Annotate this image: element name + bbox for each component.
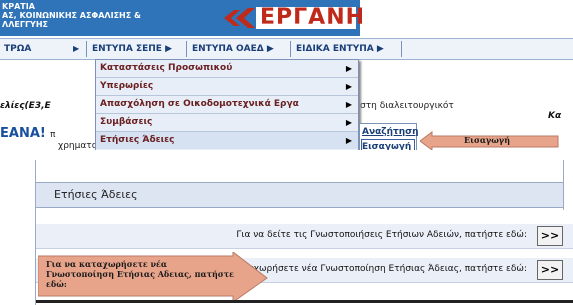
panel-title: Ετήσιες Άδειες [54,188,138,201]
new-notice-button[interactable]: >> [537,260,563,280]
submenu-arrow-icon: ▶ [345,82,352,91]
submenu-item-insert[interactable]: Εισαγωγή [361,139,415,150]
dropdown-item-etisies-adeies[interactable]: Ετήσιες Άδειες ▶ [96,132,358,149]
menu-arrow-icon: ▶ [73,44,80,53]
main-menubar: ΤΡΩΑ ▶ ΕΝΤΥΠΑ ΣΕΠΕ ▶ ΕΝΤΥΠΑ ΟΑΕΔ ▶ ΕΙΔΙΚ… [0,38,573,60]
dropdown-item-label: Απασχόληση σε Οικοδομοτεχνικά Εργα [100,99,299,109]
view-notices-row: Για να δείτε τις Γνωστοποιήσεις Ετήσιων … [36,224,573,249]
dropdown-item-label: Καταστάσεις Προσωπικού [100,63,233,73]
background-text-1: ελίες(Ε3,Ε [0,101,51,111]
etisies-adeies-submenu: Αναζήτηση Εισαγωγή [359,123,419,150]
menu-item-erga[interactable]: ΤΡΩΑ [4,41,31,57]
submenu-arrow-icon: ▶ [345,118,352,127]
panel-title-bar: Ετήσιες Άδειες [36,182,563,208]
menu-item-entypa-oaed[interactable]: ΕΝΤΥΠΑ ΟΑΕΔ ▶ [192,41,274,57]
submenu-item-search[interactable]: Αναζήτηση [362,125,419,139]
entypa-sepe-dropdown: Καταστάσεις Προσωπικού ▶ Υπερωρίες ▶ Απασχ… [95,59,359,150]
logo-text: ΕΡΓΑΝΗ [260,5,366,30]
dropdown-item-label: Ετήσιες Άδειες [100,135,175,145]
logo-mark-icon [224,8,255,28]
dropdown-item-oikodomotexnika[interactable]: Απασχόληση σε Οικοδομοτεχνικά Εργα ▶ [96,96,358,113]
background-text-3: Κα [548,111,562,121]
submenu-arrow-icon: ▶ [345,100,352,109]
menu-item-eidika-entypa[interactable]: ΕΙΔΙΚΑ ΕΝΤΥΠΑ ▶ [296,41,384,57]
dropdown-item-symvaseis[interactable]: Συμβάσεις ▶ [96,114,358,131]
view-notices-text: Για να δείτε τις Γνωστοποιήσεις Ετήσιων … [236,230,527,240]
view-notices-button[interactable]: >> [537,226,563,246]
submenu-arrow-icon: ▶ [345,64,352,73]
dropdown-item-label: Υπερωρίες [100,81,154,91]
org-line-2: ΑΣ, ΚΟΙΝΩΝΙΚΗΣ ΑΣΦΑΛΙΣΗΣ & [2,11,141,20]
background-heading: ΕΑΝΑ! [0,126,46,141]
insert-callout: Εισαγωγή [419,131,560,150]
org-line-1: ΚΡΑΤΙΑ [2,2,35,11]
callout-label: Για να καταχωρήσετε νέα Γνωστοποίηση Ετή… [46,259,234,289]
top-screenshot: ΚΡΑΤΙΑ ΑΣ, ΚΟΙΝΩΝΙΚΗΣ ΑΣΦΑΛΙΣΗΣ & ΛΛΕΓΓΥ… [0,0,573,150]
organization-name: ΚΡΑΤΙΑ ΑΣ, ΚΟΙΝΩΝΙΚΗΣ ΑΣΦΑΛΙΣΗΣ & ΛΛΕΓΓΥ… [2,2,141,29]
submenu-arrow-icon: ▶ [345,136,352,145]
background-heading-suffix: π [50,130,56,140]
dropdown-item-label: Συμβάσεις [100,117,153,127]
org-line-3: ΛΛΕΓΓΥΗΣ [2,20,48,29]
new-notice-callout: Για να καταχωρήσετε νέα Γνωστοποίηση Ετή… [37,250,268,303]
menu-item-entypa-sepe[interactable]: ΕΝΤΥΠΑ ΣΕΠΕ ▶ [92,41,172,57]
bottom-screenshot: Ετήσιες Άδειες Για να δείτε τις Γνωστοπο… [0,160,573,305]
dropdown-item-yperories[interactable]: Υπερωρίες ▶ [96,78,358,95]
background-text-2: στη διαλειτουργικότ [360,101,454,111]
dropdown-item-katastaseis[interactable]: Καταστάσεις Προσωπικού ▶ [96,60,358,77]
callout-label: Εισαγωγή [464,135,511,145]
ergani-logo: ΕΡΓΑΝΗ [222,5,364,31]
